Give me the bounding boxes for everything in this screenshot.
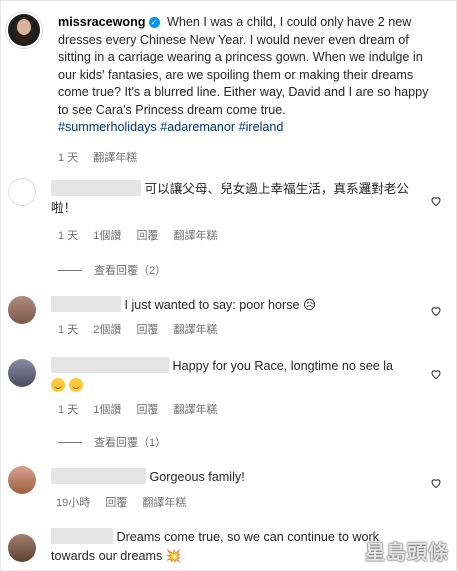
smile-emoji-icon <box>68 378 83 392</box>
blurred-username[interactable] <box>51 357 169 373</box>
view-replies-label[interactable]: 查看回覆（2） <box>94 262 166 278</box>
view-replies-1[interactable]: 查看回覆（2） <box>58 262 166 278</box>
publisher-watermark: 星島頭條 <box>365 542 449 564</box>
comment-text: I just wanted to say: poor horse 😥 <box>51 296 421 315</box>
comment-text: Dreams come true, so we can continue to … <box>51 528 381 566</box>
replies-divider <box>58 269 82 271</box>
smile-emoji-icon <box>51 378 65 392</box>
comment-time[interactable]: 1 天 <box>58 324 78 336</box>
comment-text: Gorgeous family! <box>51 468 421 487</box>
comment-avatar[interactable] <box>8 466 36 494</box>
comment-2-meta: 1 天 2個讚 回覆 翻譯年糕 <box>58 321 230 337</box>
blurred-username[interactable] <box>51 528 113 544</box>
comment-body: I just wanted to say: poor horse 😥 <box>124 298 317 312</box>
reply-button[interactable]: 回覆 <box>136 230 158 242</box>
translate-button[interactable]: 翻譯年糕 <box>174 230 218 242</box>
comment-text: 可以讓父母、兒女過上幸福生活，真系邏對老公啦！ <box>51 180 421 218</box>
caption-body: When I was a child, I could only have 2 … <box>58 15 429 117</box>
comment-likes[interactable]: 1個讚 <box>93 404 121 416</box>
verified-badge-icon: ✓ <box>148 17 160 28</box>
reply-button[interactable]: 回覆 <box>136 404 158 416</box>
comment-avatar[interactable] <box>8 359 36 387</box>
author-avatar[interactable] <box>8 14 40 46</box>
post-caption: missracewong ✓ When I was a child, I coul… <box>8 14 448 137</box>
view-replies-label[interactable]: 查看回覆（1） <box>94 434 166 450</box>
like-heart-icon[interactable] <box>430 476 442 489</box>
comment-1-meta: 1 天 1個讚 回覆 翻譯年糕 <box>58 227 230 243</box>
reply-button[interactable]: 回覆 <box>136 324 158 336</box>
hashtag-summerholidays[interactable]: #summerholidays <box>58 120 157 134</box>
translate-button[interactable]: 翻譯年糕 <box>142 497 186 509</box>
comment-time[interactable]: 1 天 <box>58 404 78 416</box>
comment-text: Happy for you Race, longtime no see la <box>51 357 421 395</box>
caption-text: missracewong ✓ When I was a child, I coul… <box>58 14 430 137</box>
translate-button[interactable]: 翻譯年糕 <box>174 324 218 336</box>
caption-meta: 1 天 翻譯年糕 <box>58 149 149 165</box>
hashtag-adaremanor[interactable]: #adaremanor <box>160 120 235 134</box>
replies-divider <box>58 441 82 443</box>
comment-4-meta: 19小時 回覆 翻譯年糕 <box>56 494 198 510</box>
blurred-username[interactable] <box>51 468 146 484</box>
comment-avatar[interactable] <box>8 296 36 324</box>
reply-button[interactable]: 回覆 <box>105 497 127 509</box>
like-heart-icon[interactable] <box>430 194 442 207</box>
like-heart-icon[interactable] <box>430 304 442 317</box>
caption-translate[interactable]: 翻譯年糕 <box>93 152 137 164</box>
comment-time[interactable]: 19小時 <box>56 497 90 509</box>
author-username[interactable]: missracewong <box>58 15 146 29</box>
comment-body: Gorgeous family! <box>149 470 245 484</box>
comment-3-meta: 1 天 1個讚 回覆 翻譯年糕 <box>58 401 230 417</box>
comment-avatar[interactable] <box>8 178 36 206</box>
comment-time[interactable]: 1 天 <box>58 230 78 242</box>
caption-time[interactable]: 1 天 <box>58 152 78 164</box>
comment-body: Happy for you Race, longtime no see la <box>172 359 394 373</box>
comment-likes[interactable]: 2個讚 <box>93 324 121 336</box>
comment-avatar[interactable] <box>8 534 36 562</box>
translate-button[interactable]: 翻譯年糕 <box>174 404 218 416</box>
comment-likes[interactable]: 1個讚 <box>93 230 121 242</box>
view-replies-3[interactable]: 查看回覆（1） <box>58 434 166 450</box>
blurred-username[interactable] <box>51 180 141 196</box>
blurred-username[interactable] <box>51 296 121 312</box>
hashtag-ireland[interactable]: #ireland <box>239 120 284 134</box>
like-heart-icon[interactable] <box>430 367 442 380</box>
